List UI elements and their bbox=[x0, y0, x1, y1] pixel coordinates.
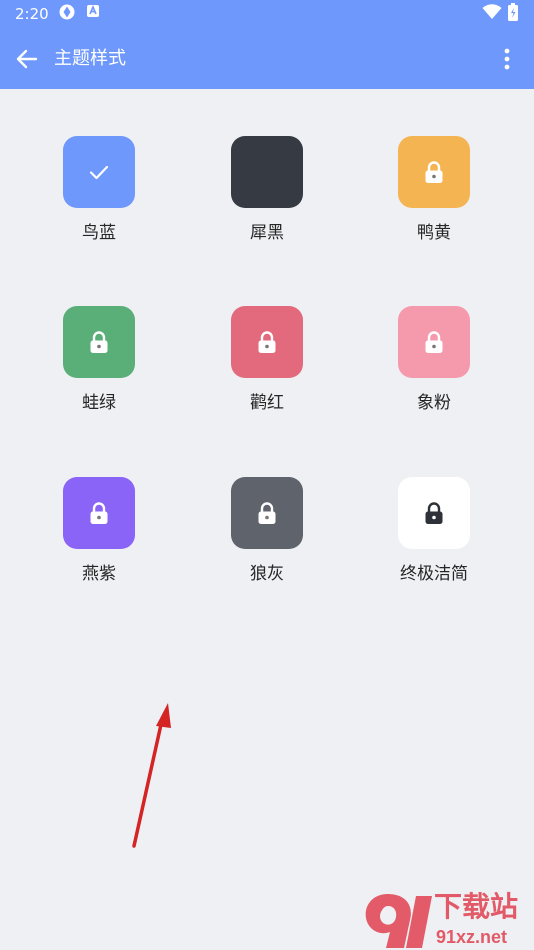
theme-option[interactable]: 犀黑 bbox=[207, 136, 327, 266]
theme-swatch[interactable] bbox=[63, 477, 135, 549]
theme-label: 鸭黄 bbox=[417, 223, 451, 243]
watermark-logo: 下载站 91xz.net bbox=[365, 891, 518, 948]
theme-label: 鹳红 bbox=[250, 393, 284, 413]
battery-icon bbox=[508, 3, 518, 21]
theme-swatch[interactable] bbox=[398, 477, 470, 549]
theme-label: 终极洁简 bbox=[400, 564, 468, 584]
lock-icon bbox=[424, 160, 444, 184]
lock-icon bbox=[89, 330, 109, 354]
lock-icon bbox=[257, 330, 277, 354]
theme-option[interactable]: 鹳红 bbox=[207, 306, 327, 436]
page-title: 主题样式 bbox=[54, 48, 126, 69]
theme-label: 狼灰 bbox=[250, 564, 284, 584]
lock-icon bbox=[424, 501, 444, 525]
lock-icon bbox=[424, 330, 444, 354]
theme-option[interactable]: 鸟蓝 bbox=[39, 136, 159, 266]
theme-option[interactable]: 狼灰 bbox=[207, 477, 327, 607]
lock-icon bbox=[257, 501, 277, 525]
theme-label: 燕紫 bbox=[82, 564, 116, 584]
theme-swatch[interactable] bbox=[231, 306, 303, 378]
theme-swatch[interactable] bbox=[398, 306, 470, 378]
theme-option[interactable]: 象粉 bbox=[374, 306, 494, 436]
status-time: 2:20 bbox=[15, 5, 49, 23]
theme-label: 鸟蓝 bbox=[82, 223, 116, 243]
wifi-icon bbox=[482, 4, 502, 19]
back-arrow-icon[interactable] bbox=[12, 44, 42, 74]
watermark-main-text: 下载站 bbox=[434, 891, 518, 922]
check-icon bbox=[87, 160, 111, 184]
theme-option[interactable]: 蛙绿 bbox=[39, 306, 159, 436]
theme-swatch[interactable] bbox=[398, 136, 470, 208]
app-header: 2:20 主题样式 bbox=[0, 0, 534, 89]
theme-option[interactable]: 燕紫 bbox=[39, 477, 159, 607]
watermark-url-text: 91xz.net bbox=[436, 927, 507, 947]
theme-option[interactable]: 鸭黄 bbox=[374, 136, 494, 266]
theme-swatch[interactable] bbox=[231, 477, 303, 549]
theme-label: 蛙绿 bbox=[82, 393, 116, 413]
theme-swatch[interactable] bbox=[63, 136, 135, 208]
theme-swatch[interactable] bbox=[231, 136, 303, 208]
notification-icon bbox=[87, 4, 99, 17]
theme-label: 犀黑 bbox=[250, 223, 284, 243]
more-options-icon[interactable] bbox=[495, 44, 519, 74]
lock-icon bbox=[89, 501, 109, 525]
theme-label: 象粉 bbox=[417, 393, 451, 413]
theme-swatch[interactable] bbox=[63, 306, 135, 378]
theme-option[interactable]: 终极洁简 bbox=[374, 477, 494, 607]
sync-icon bbox=[59, 4, 75, 20]
